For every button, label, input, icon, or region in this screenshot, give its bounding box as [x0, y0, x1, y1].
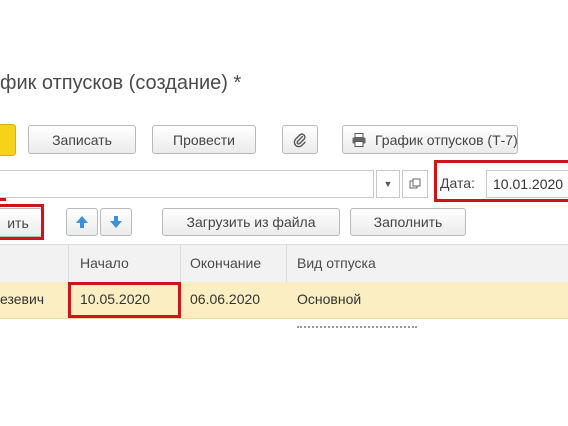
load-from-file-label: Загрузить из файла [186, 214, 316, 230]
save-button[interactable]: Записать [28, 125, 136, 154]
post-and-close-button[interactable] [0, 124, 16, 156]
highlight-mark [0, 198, 6, 201]
open-icon [409, 178, 421, 190]
load-from-file-button[interactable]: Загрузить из файла [162, 208, 340, 236]
post-button-label: Провести [173, 131, 235, 148]
organization-open-button[interactable] [402, 170, 428, 198]
table-row-partial [0, 318, 568, 330]
printer-icon [351, 132, 367, 148]
column-header-end[interactable]: Окончание [190, 255, 261, 271]
column-header-vacation-type[interactable]: Вид отпуска [297, 255, 376, 271]
attach-button[interactable] [282, 125, 318, 154]
column-separator [286, 245, 287, 283]
cut-off-text [297, 326, 417, 330]
paperclip-icon [292, 132, 308, 148]
page-title: фик отпусков (создание) * [0, 72, 242, 94]
print-t7-label: График отпусков (Т-7) [375, 131, 518, 148]
fill-button-label: Заполнить [373, 214, 443, 230]
move-down-button[interactable] [100, 208, 132, 236]
column-separator [68, 245, 69, 283]
column-header-start[interactable]: Начало [80, 255, 129, 271]
organization-field[interactable] [0, 170, 374, 198]
date-highlight [434, 160, 568, 202]
cell-vacation-type[interactable]: Основной [297, 291, 361, 307]
organization-dropdown-button[interactable]: ▼ [376, 170, 400, 198]
arrow-up-icon [75, 215, 89, 229]
move-up-button[interactable] [66, 208, 98, 236]
arrow-down-icon [109, 215, 123, 229]
cell-end-date[interactable]: 06.06.2020 [190, 291, 260, 307]
post-button[interactable]: Провести [152, 125, 256, 154]
add-button-highlight [0, 204, 44, 240]
cell-employee[interactable]: езевич [0, 291, 44, 307]
chevron-down-icon: ▼ [383, 179, 393, 189]
save-button-label: Записать [52, 131, 112, 148]
start-date-highlight [68, 282, 181, 318]
print-t7-button[interactable]: График отпусков (Т-7) [342, 125, 518, 154]
fill-button[interactable]: Заполнить [350, 208, 466, 236]
table-header: Начало Окончание Вид отпуска [0, 244, 568, 284]
column-separator [180, 245, 181, 283]
